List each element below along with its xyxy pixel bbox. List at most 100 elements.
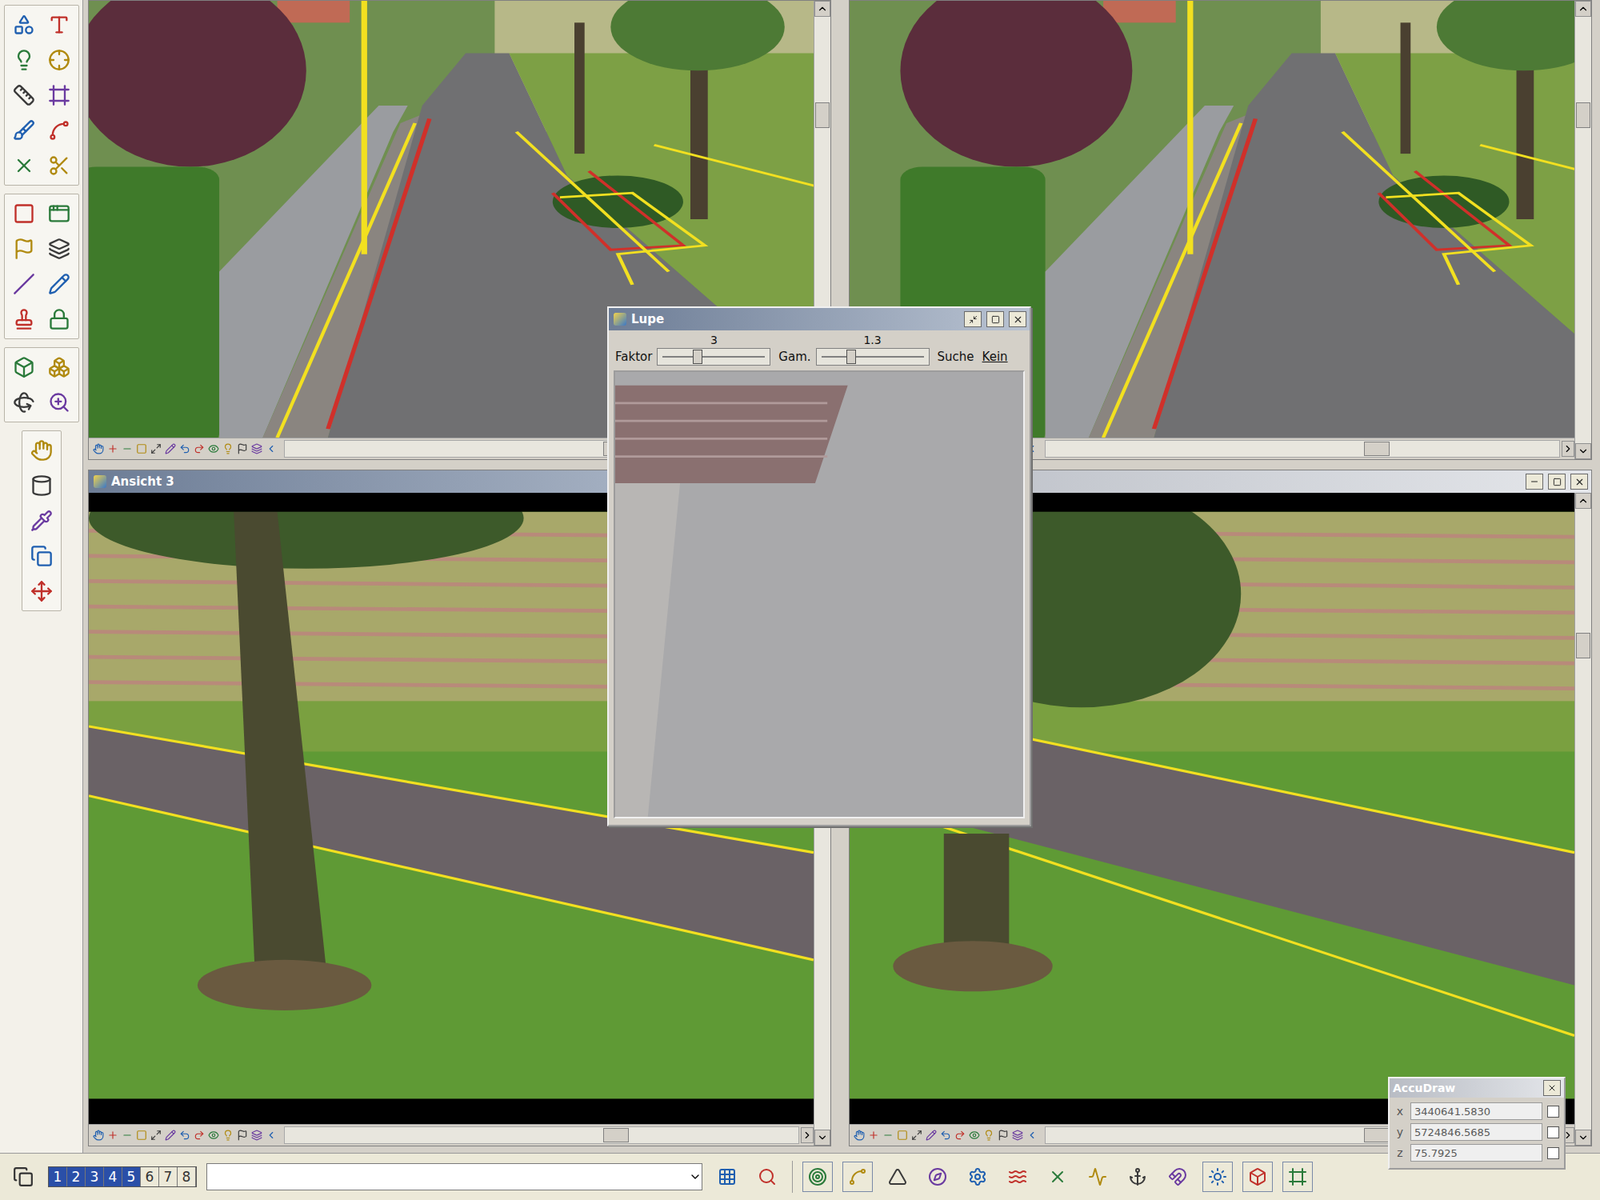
accudraw-window[interactable]: AccuDrawx3440641.5830y5724846.5685z75.79… [1388,1076,1566,1170]
tool-button[interactable] [8,351,40,384]
status-tool[interactable] [1042,1161,1073,1192]
maximize-button[interactable] [986,311,1004,328]
view-tool[interactable] [135,442,148,456]
view-tool[interactable] [106,1128,120,1142]
view-tool[interactable] [968,1128,981,1142]
view-tool[interactable] [164,442,177,456]
scroll-thumb[interactable] [1576,102,1591,128]
tool-button[interactable] [43,149,76,182]
maximize-button[interactable] [1548,473,1566,490]
view-tool[interactable] [1011,1128,1024,1142]
scroll-thumb[interactable] [815,102,830,128]
view-number-button[interactable]: 6 [140,1167,160,1187]
tool-button[interactable] [25,575,58,608]
magnifier-button[interactable]: Kein [982,349,1008,366]
view-tool[interactable] [910,1128,924,1142]
view-number-button[interactable]: 1 [48,1167,68,1187]
view-tool[interactable] [264,1128,278,1142]
view-tool[interactable] [982,1128,996,1142]
tool-button[interactable] [8,149,40,182]
scroll-up-button[interactable] [1575,492,1592,509]
scroll-down-button[interactable] [814,1129,831,1146]
view-number-button[interactable]: 5 [122,1167,141,1187]
magnifier-button[interactable]: Suche [937,349,975,366]
lock-checkbox[interactable] [1547,1105,1560,1118]
magnifier-title-bar[interactable]: Lupe [608,308,1030,331]
status-tool[interactable] [802,1161,833,1192]
coordinate-field[interactable]: 3440641.5830 [1410,1102,1543,1120]
view-tool[interactable] [92,442,105,456]
horizontal-scrollbar[interactable] [284,1126,800,1144]
view-tool[interactable] [135,1128,148,1142]
view-tool[interactable] [996,1128,1010,1142]
close-button[interactable] [1543,1080,1561,1096]
accudraw-title-bar[interactable]: AccuDraw [1389,1078,1564,1098]
status-tool[interactable] [1162,1161,1193,1192]
scroll-down-button[interactable] [1575,443,1592,460]
view-tool[interactable] [236,442,249,456]
view-tool[interactable] [207,442,220,456]
view-tool[interactable] [207,1128,220,1142]
tool-button[interactable] [8,232,40,265]
scroll-thumb[interactable] [1576,632,1591,659]
tool-button[interactable] [8,197,40,230]
view-tool[interactable] [236,1128,249,1142]
tool-button[interactable] [25,504,58,537]
tool-button[interactable] [25,469,58,502]
horizontal-scrollbar[interactable] [1044,440,1560,458]
vertical-scrollbar[interactable] [1574,0,1592,460]
scroll-thumb[interactable] [1364,441,1390,456]
view-number-button[interactable]: 7 [159,1167,178,1187]
status-tool[interactable] [1242,1161,1273,1192]
view-tool[interactable] [250,1128,264,1142]
minimize-button[interactable] [1525,473,1544,490]
coordinate-field[interactable]: 75.7925 [1410,1144,1543,1162]
lock-checkbox[interactable] [1547,1126,1560,1139]
status-tool[interactable] [842,1161,873,1192]
status-tool[interactable] [882,1161,913,1192]
tool-button[interactable] [43,79,76,112]
scroll-thumb[interactable] [1364,1128,1390,1143]
view-tool[interactable] [120,442,134,456]
view-tool[interactable] [953,1128,967,1142]
tool-button[interactable] [43,8,76,41]
tool-button[interactable] [43,351,76,384]
scroll-thumb[interactable] [603,1128,629,1143]
status-tool[interactable] [1282,1161,1313,1192]
vertical-scrollbar[interactable] [1574,492,1592,1146]
tool-button[interactable] [8,79,40,112]
view-tool[interactable] [149,1128,163,1142]
view-tool[interactable] [221,442,235,456]
status-tool[interactable] [922,1161,953,1192]
coordinate-field[interactable]: 5724846.5685 [1410,1123,1543,1141]
scroll-down-button[interactable] [1575,1129,1592,1146]
tool-button[interactable] [8,114,40,147]
close-button[interactable] [1008,311,1027,328]
tool-button[interactable] [43,197,76,230]
view-tool[interactable] [192,442,206,456]
tool-button[interactable] [8,386,40,419]
slider[interactable] [816,348,930,366]
status-tool[interactable] [752,1161,783,1192]
tool-button[interactable] [43,232,76,265]
magnifier-window[interactable]: LupeFaktor3Gam.1.3SucheKein [607,306,1032,827]
status-tool[interactable] [1122,1161,1153,1192]
view-tool[interactable] [221,1128,235,1142]
tool-button[interactable] [25,434,58,467]
slider[interactable] [656,348,771,366]
view-tool[interactable] [164,1128,177,1142]
dropdown-icon[interactable] [688,1170,702,1184]
view-number-button[interactable]: 2 [67,1167,86,1187]
view-tool[interactable] [178,1128,192,1142]
view-number-button[interactable]: 3 [85,1167,104,1187]
lock-checkbox[interactable] [1547,1147,1560,1160]
view-tool[interactable] [149,442,163,456]
scroll-up-button[interactable] [814,0,831,17]
tool-button[interactable] [43,303,76,336]
scroll-right-button[interactable] [1561,440,1575,457]
view-number-button[interactable]: 8 [177,1167,196,1187]
tool-button[interactable] [8,303,40,336]
view-tool[interactable] [896,1128,909,1142]
view-tool[interactable] [178,442,192,456]
view-tool[interactable] [881,1128,895,1142]
